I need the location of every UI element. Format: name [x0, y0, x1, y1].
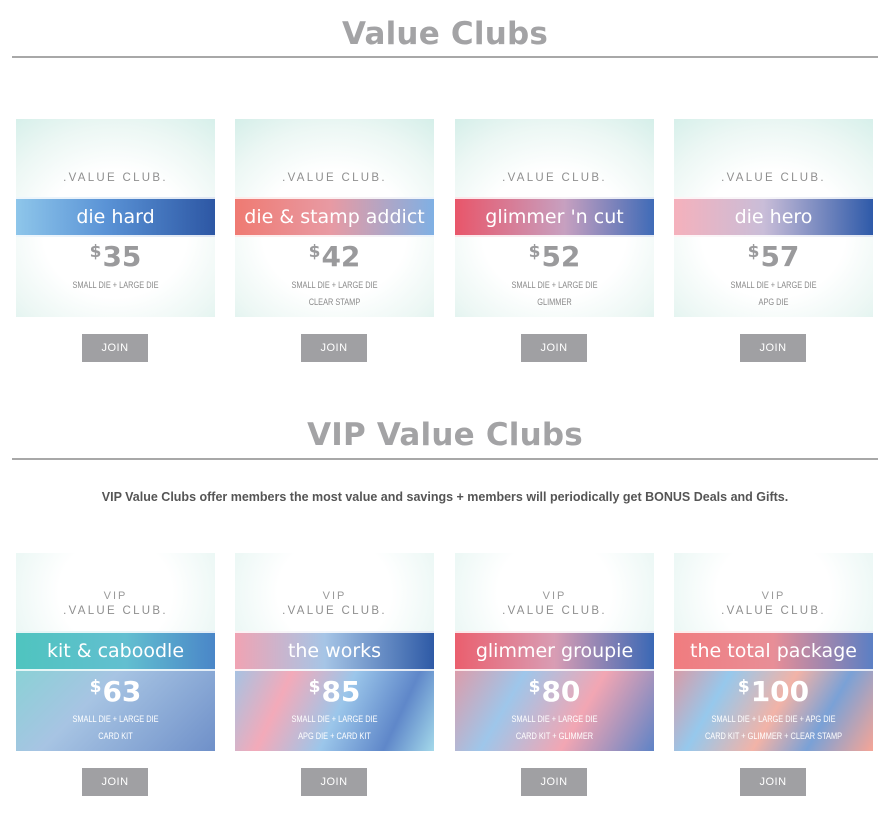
club-includes-line: SMALL DIE + LARGE DIE + APG DIE: [711, 714, 836, 724]
club-card-die-hard: .VALUE CLUB. die hard $35 SMALL DIE + LARGE…: [16, 119, 215, 317]
club-price: $85: [235, 675, 434, 708]
currency-symbol: $: [528, 242, 541, 262]
price-amount: 35: [102, 240, 142, 273]
club-includes-line: APG DIE + CARD KIT: [298, 731, 371, 741]
club-includes-line: GLIMMER: [537, 297, 572, 307]
price-amount: 85: [321, 675, 361, 708]
club-includes-line: SMALL DIE + LARGE DIE: [72, 714, 159, 724]
club-name-band: die hero: [674, 197, 873, 237]
vip-label: VIP: [761, 590, 786, 602]
currency-symbol: $: [89, 677, 102, 697]
club-includes-line: SMALL DIE + LARGE DIE: [291, 714, 378, 724]
vip-label: VIP: [103, 590, 128, 602]
value-club-label: .VALUE CLUB.: [502, 172, 607, 184]
value-club-label: .VALUE CLUB.: [502, 605, 607, 617]
price-amount: 57: [760, 240, 800, 273]
club-price: $100: [674, 675, 873, 708]
currency-symbol: $: [308, 677, 321, 697]
vip-value-clubs-grid: VIP .VALUE CLUB. kit & caboodle $63 SMALL DI…: [0, 553, 890, 813]
club-includes-line: SMALL DIE + LARGE DIE: [72, 280, 159, 290]
club-card-die-hero: .VALUE CLUB. die hero $57 SMALL DIE + LARGE…: [674, 119, 873, 317]
value-club-label: .VALUE CLUB.: [63, 605, 168, 617]
vip-intro-text: VIP Value Clubs offer members the most v…: [101, 490, 789, 504]
club-includes-line: SMALL DIE + LARGE DIE: [511, 714, 598, 724]
price-amount: 42: [321, 240, 361, 273]
vip-value-clubs-title: VIP Value Clubs: [307, 417, 583, 453]
club-price: $42: [235, 240, 434, 273]
club-name-band: kit & caboodle: [16, 631, 215, 671]
value-clubs-divider: [12, 56, 878, 58]
club-includes-line: SMALL DIE + LARGE DIE: [291, 280, 378, 290]
club-price: $52: [455, 240, 654, 273]
club-includes-line: CARD KIT + GLIMMER: [515, 731, 594, 741]
vip-label: VIP: [322, 590, 347, 602]
join-button-kit-caboodle[interactable]: JOIN: [82, 768, 148, 796]
join-button-glimmer-groupie[interactable]: JOIN: [521, 768, 587, 796]
value-clubs-grid: .VALUE CLUB. die hard $35 SMALL DIE + LARGE…: [0, 119, 890, 379]
join-button-the-works[interactable]: JOIN: [301, 768, 367, 796]
join-button-die-stamp-addict[interactable]: JOIN: [301, 334, 367, 362]
club-includes-line: CLEAR STAMP: [308, 297, 361, 307]
join-button-die-hero[interactable]: JOIN: [740, 334, 806, 362]
club-includes-line: CARD KIT: [98, 731, 133, 741]
club-card-die-stamp-addict: .VALUE CLUB. die & stamp addict $42 SMALL D…: [235, 119, 434, 317]
currency-symbol: $: [89, 242, 102, 262]
club-price: $57: [674, 240, 873, 273]
club-price: $35: [16, 240, 215, 273]
club-name-band: the works: [235, 631, 434, 671]
price-amount: 52: [541, 240, 581, 273]
club-name-band: die & stamp addict: [235, 197, 434, 237]
club-includes-line: CARD KIT + GLIMMER + CLEAR STAMP: [704, 731, 843, 741]
value-club-label: .VALUE CLUB.: [721, 605, 826, 617]
value-club-label: .VALUE CLUB.: [63, 172, 168, 184]
club-name-band: die hard: [16, 197, 215, 237]
club-card-glimmer-groupie: VIP .VALUE CLUB. glimmer groupie $80 SMALL D…: [455, 553, 654, 751]
currency-symbol: $: [308, 242, 321, 262]
club-card-the-total-package: VIP .VALUE CLUB. the total package $100 SMAL…: [674, 553, 873, 751]
value-clubs-title: Value Clubs: [341, 16, 549, 52]
club-price: $80: [455, 675, 654, 708]
join-button-the-total-package[interactable]: JOIN: [740, 768, 806, 796]
price-amount: 80: [541, 675, 581, 708]
club-name-band: the total package: [674, 631, 873, 671]
currency-symbol: $: [747, 242, 760, 262]
club-includes-line: SMALL DIE + LARGE DIE: [511, 280, 598, 290]
currency-symbol: $: [528, 677, 541, 697]
club-includes-line: SMALL DIE + LARGE DIE: [730, 280, 817, 290]
currency-symbol: $: [737, 677, 750, 697]
join-button-glimmer-n-cut[interactable]: JOIN: [521, 334, 587, 362]
price-amount: 100: [750, 675, 810, 708]
club-price: $63: [16, 675, 215, 708]
club-includes-line: APG DIE: [758, 297, 789, 307]
price-amount: 63: [102, 675, 142, 708]
club-card-glimmer-n-cut: .VALUE CLUB. glimmer 'n cut $52 SMALL DIE +…: [455, 119, 654, 317]
value-club-label: .VALUE CLUB.: [282, 172, 387, 184]
value-club-label: .VALUE CLUB.: [721, 172, 826, 184]
vip-value-clubs-divider: [12, 458, 878, 460]
join-button-die-hard[interactable]: JOIN: [82, 334, 148, 362]
club-card-kit-caboodle: VIP .VALUE CLUB. kit & caboodle $63 SMALL DI…: [16, 553, 215, 751]
club-name-band: glimmer groupie: [455, 631, 654, 671]
club-card-the-works: VIP .VALUE CLUB. the works $85 SMALL DIE + L…: [235, 553, 434, 751]
value-club-label: .VALUE CLUB.: [282, 605, 387, 617]
vip-label: VIP: [542, 590, 567, 602]
club-name-band: glimmer 'n cut: [455, 197, 654, 237]
